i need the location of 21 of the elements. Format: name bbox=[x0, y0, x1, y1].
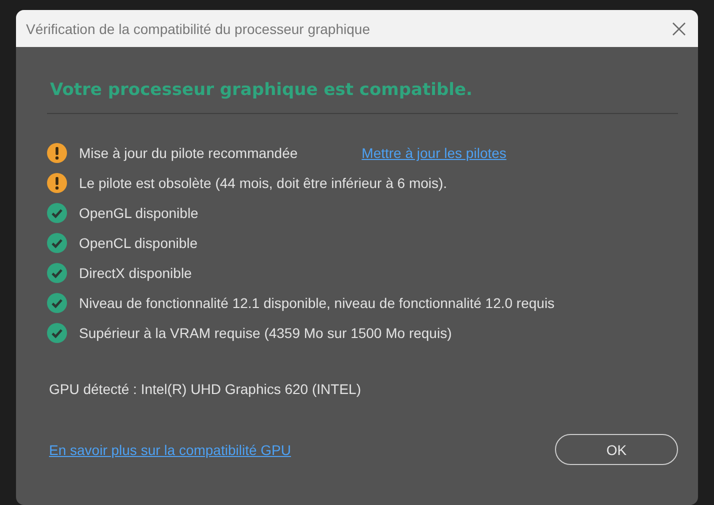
check-text: Mise à jour du pilote recommandée bbox=[79, 145, 298, 161]
ok-button[interactable]: OK bbox=[555, 434, 678, 465]
check-icon bbox=[47, 293, 67, 313]
check-icon bbox=[47, 233, 67, 253]
warning-icon bbox=[47, 143, 67, 163]
check-text: Niveau de fonctionnalité 12.1 disponible, niveau de fonctionnalité 12.0 requis bbox=[79, 295, 555, 311]
check-icon bbox=[47, 263, 67, 283]
status-heading: Votre processeur graphique est compatible. bbox=[50, 79, 474, 102]
gpu-info: GPU détecté : Intel(R) UHD Graphics 620 (INTEL) bbox=[49, 381, 362, 397]
window-title: Vérification de la compatibilité du processeur graphique bbox=[26, 20, 370, 36]
learn-more-link[interactable]: En savoir plus sur la compatibilité GPU bbox=[49, 442, 291, 458]
check-text: OpenCL disponible bbox=[79, 235, 198, 251]
check-icon bbox=[47, 323, 67, 343]
check-text: DirectX disponible bbox=[79, 265, 192, 281]
warning-icon bbox=[47, 173, 67, 193]
check-text: Supérieur à la VRAM requise (4359 Mo sur 1500 Mo requis) bbox=[79, 325, 452, 341]
check-text: OpenGL disponible bbox=[79, 205, 198, 221]
check-text: Le pilote est obsolète (44 mois, doit être inférieur à 6 mois). bbox=[79, 175, 448, 191]
check-icon bbox=[47, 203, 67, 223]
close-icon[interactable] bbox=[672, 22, 686, 36]
update-drivers-link[interactable]: Mettre à jour les pilotes bbox=[362, 145, 506, 161]
